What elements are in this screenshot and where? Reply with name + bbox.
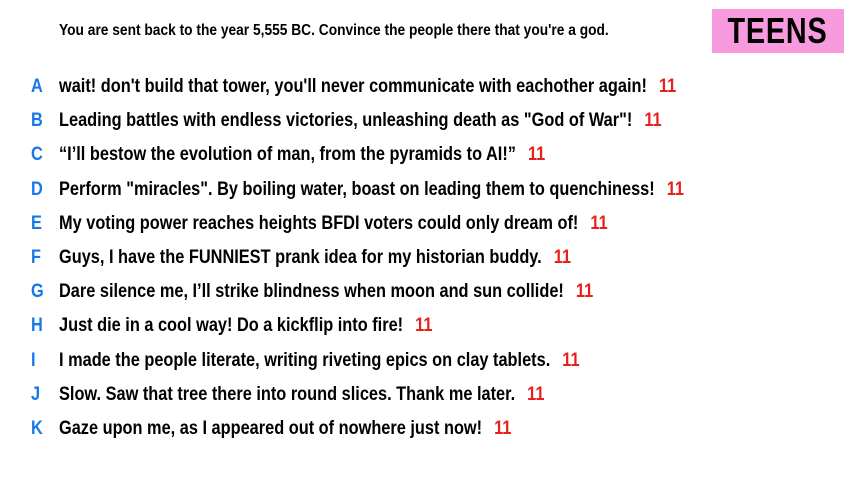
entry-letter: J [31, 383, 41, 405]
entry-row: E My voting power reaches heights BFDI v… [0, 207, 853, 241]
entry-letter: H [31, 315, 43, 337]
entry-letter: E [31, 212, 42, 234]
entry-score: 11 [590, 212, 608, 234]
category-badge-label: TEENS [727, 10, 829, 51]
entry-letter: A [31, 76, 43, 98]
entry-text: “I’ll bestow the evolution of man, from … [59, 144, 516, 166]
category-badge: TEENS [712, 9, 844, 53]
entry-text: My voting power reaches heights BFDI vot… [59, 212, 579, 234]
entry-text: Gaze upon me, as I appeared out of nowhe… [59, 417, 483, 439]
entry-letter: D [31, 178, 43, 200]
entry-row: F Guys, I have the FUNNIEST prank idea f… [0, 241, 853, 275]
entry-score: 11 [553, 247, 572, 269]
entry-text: I made the people literate, writing rive… [59, 349, 551, 371]
prompt-text: You are sent back to the year 5,555 BC. … [59, 22, 609, 39]
entry-row: B Leading battles with endless victories… [0, 104, 853, 138]
entry-list: A wait! don't build that tower, you'll n… [0, 70, 853, 446]
entry-letter: F [31, 247, 41, 269]
entry-text: Leading battles with endless victories, … [59, 110, 633, 132]
entry-letter: K [31, 417, 43, 439]
entry-score: 11 [644, 110, 662, 132]
entry-row: J Slow. Saw that tree there into round s… [0, 378, 853, 412]
entry-letter: I [31, 349, 36, 371]
entry-row: C “I’ll bestow the evolution of man, fro… [0, 138, 853, 172]
entry-row: G Dare silence me, I’ll strike blindness… [0, 275, 853, 309]
entry-letter: C [31, 144, 43, 166]
entry-score: 11 [527, 144, 546, 166]
entry-text: Just die in a cool way! Do a kickflip in… [59, 315, 404, 337]
entry-score: 11 [658, 76, 677, 98]
entry-text: Perform "miracles". By boiling water, bo… [59, 178, 655, 200]
entry-row: I I made the people literate, writing ri… [0, 344, 853, 378]
entry-text: Guys, I have the FUNNIEST prank idea for… [59, 247, 542, 269]
entry-letter: B [31, 110, 43, 132]
entry-score: 11 [415, 315, 433, 337]
entry-score: 11 [575, 281, 594, 303]
entry-letter: G [31, 281, 44, 303]
entry-row: D Perform "miracles". By boiling water, … [0, 173, 853, 207]
entry-score: 11 [494, 417, 512, 439]
entry-text: wait! don't build that tower, you'll nev… [59, 76, 647, 98]
entry-score: 11 [562, 349, 580, 371]
entry-row: K Gaze upon me, as I appeared out of now… [0, 412, 853, 446]
entry-score: 11 [666, 178, 685, 200]
entry-text: Slow. Saw that tree there into round sli… [59, 383, 516, 405]
entry-score: 11 [527, 383, 545, 405]
entry-text: Dare silence me, I’ll strike blindness w… [59, 281, 564, 303]
entry-row: A wait! don't build that tower, you'll n… [0, 70, 853, 104]
entry-row: H Just die in a cool way! Do a kickflip … [0, 309, 853, 343]
